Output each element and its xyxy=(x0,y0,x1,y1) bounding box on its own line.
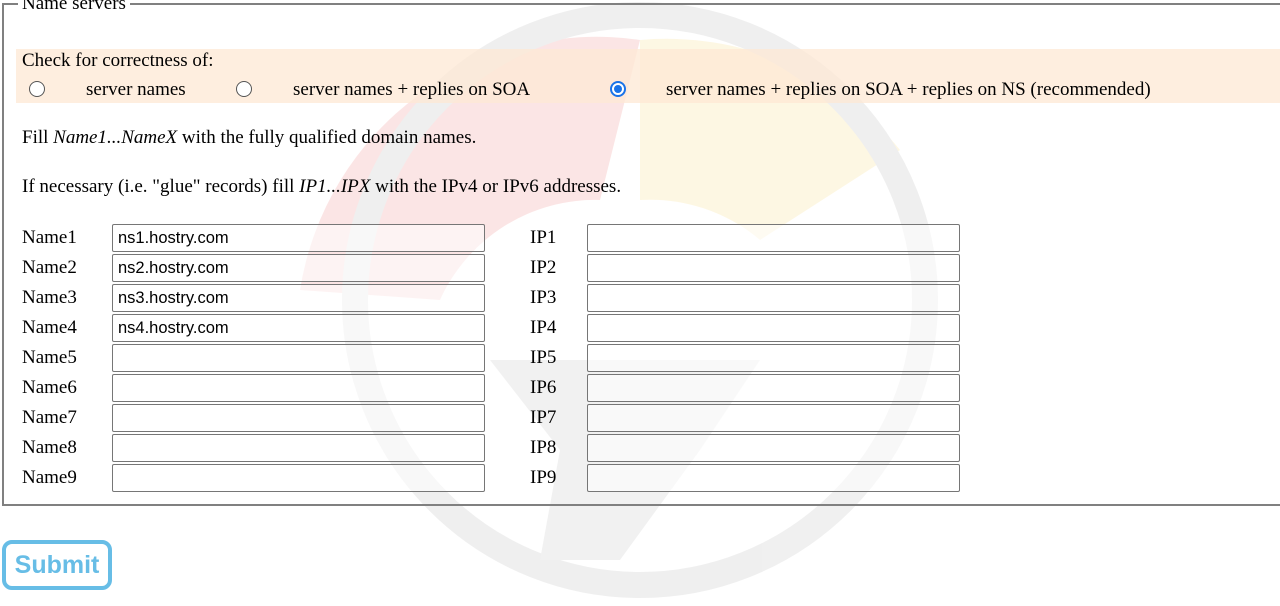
ip6-label: IP6 xyxy=(530,377,557,398)
ip1-input[interactable] xyxy=(587,224,960,252)
name5-label: Name5 xyxy=(22,347,77,368)
option-server-names-soa-label: server names + replies on SOA xyxy=(293,79,531,100)
instruction-names-em: Name1...NameX xyxy=(53,127,178,148)
option-server-names-soa-ns-label: server names + replies on SOA + replies … xyxy=(666,79,1151,100)
name6-label: Name6 xyxy=(22,377,77,398)
name8-input[interactable] xyxy=(112,434,485,462)
ip2-input[interactable] xyxy=(587,254,960,282)
ip9-input[interactable] xyxy=(587,464,960,492)
instruction-ips: If necessary (i.e. "glue" records) fill … xyxy=(22,176,622,197)
ip3-input[interactable] xyxy=(587,284,960,312)
name7-input[interactable] xyxy=(112,404,485,432)
name9-input[interactable] xyxy=(112,464,485,492)
ip6-input[interactable] xyxy=(587,374,960,402)
radio-server-names[interactable] xyxy=(29,81,45,97)
name7-label: Name7 xyxy=(22,407,77,428)
name9-label: Name9 xyxy=(22,467,77,488)
ip7-input[interactable] xyxy=(587,404,960,432)
name2-label: Name2 xyxy=(22,257,77,278)
name8-label: Name8 xyxy=(22,437,77,458)
instruction-names: Fill Name1...NameX with the fully qualif… xyxy=(22,127,477,148)
name6-input[interactable] xyxy=(112,374,485,402)
fieldset-legend: Name servers xyxy=(22,0,126,14)
radio-server-names-soa-ns[interactable] xyxy=(610,81,626,97)
ip5-label: IP5 xyxy=(530,347,557,368)
ip9-label: IP9 xyxy=(530,467,557,488)
ip8-label: IP8 xyxy=(530,437,557,458)
name1-label: Name1 xyxy=(22,227,77,248)
name4-input[interactable] xyxy=(112,314,485,342)
ip2-label: IP2 xyxy=(530,257,557,278)
name3-input[interactable] xyxy=(112,284,485,312)
instruction-ips-em: IP1...IPX xyxy=(299,176,371,197)
ip5-input[interactable] xyxy=(587,344,960,372)
submit-button[interactable]: Submit xyxy=(2,540,112,590)
name4-label: Name4 xyxy=(22,317,77,338)
ip8-input[interactable] xyxy=(587,434,960,462)
ip1-label: IP1 xyxy=(530,227,557,248)
name2-input[interactable] xyxy=(112,254,485,282)
radio-server-names-soa[interactable] xyxy=(236,81,252,97)
ip7-label: IP7 xyxy=(530,407,557,428)
option-server-names-label: server names xyxy=(86,79,186,100)
name5-input[interactable] xyxy=(112,344,485,372)
name3-label: Name3 xyxy=(22,287,77,308)
ip3-label: IP3 xyxy=(530,287,557,308)
ip4-input[interactable] xyxy=(587,314,960,342)
ip4-label: IP4 xyxy=(530,317,557,338)
check-label: Check for correctness of: xyxy=(22,50,214,71)
name1-input[interactable] xyxy=(112,224,485,252)
